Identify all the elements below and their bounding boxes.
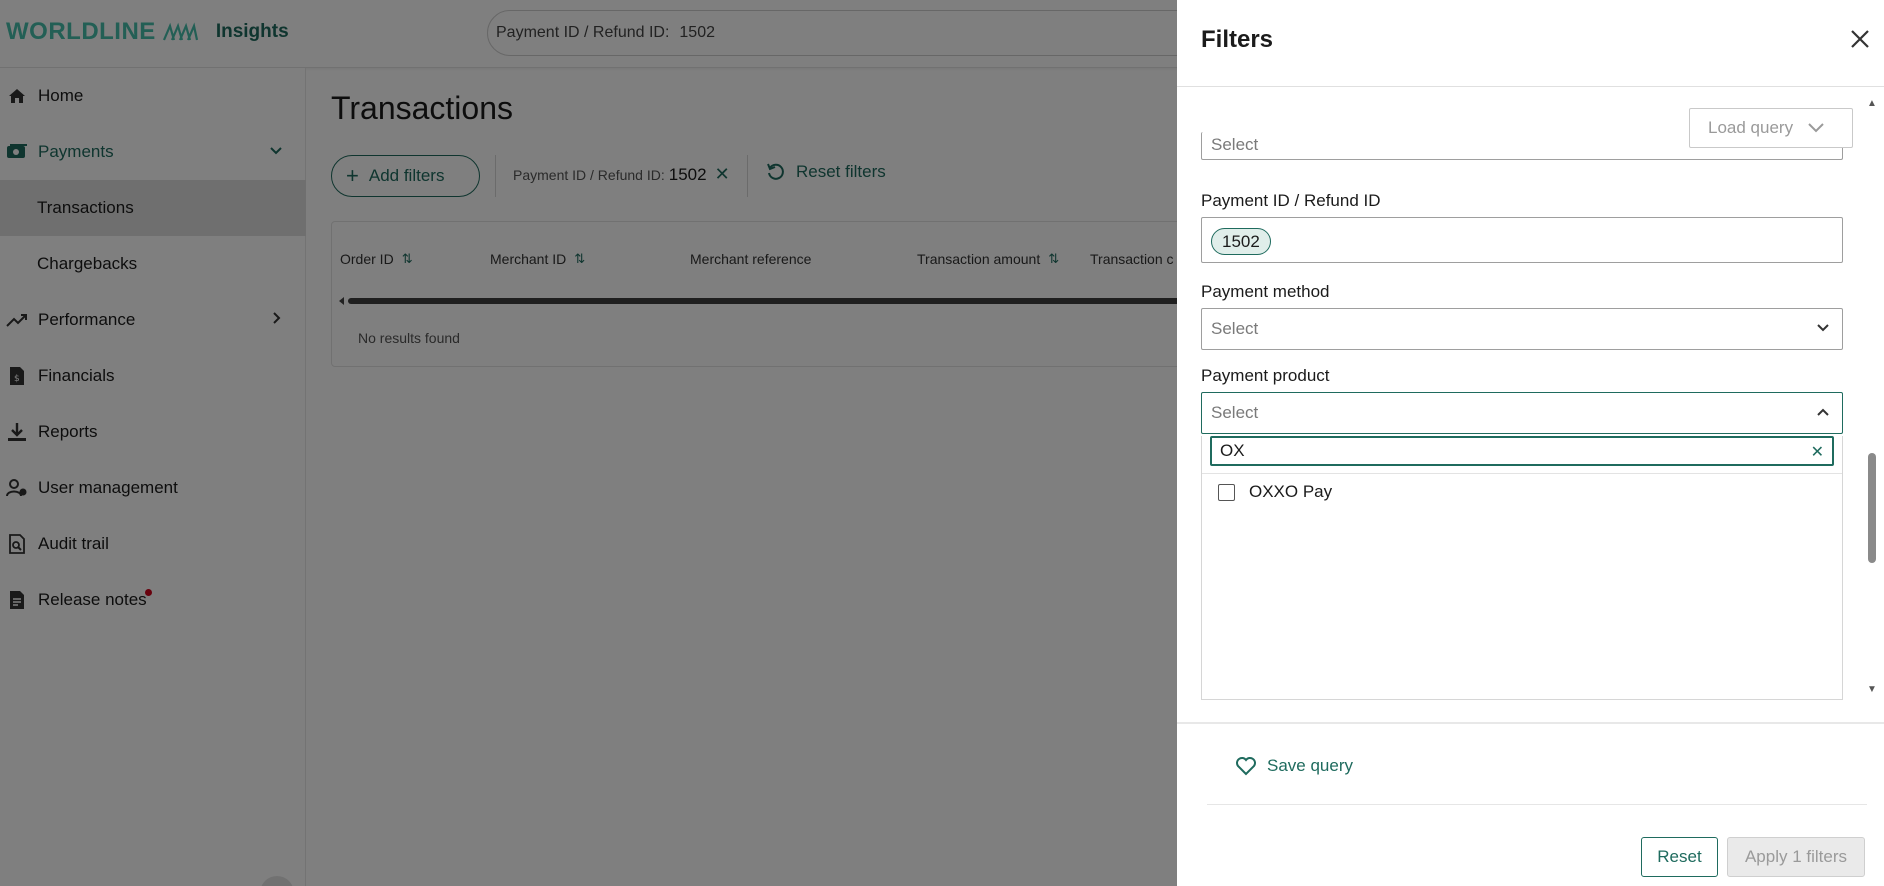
load-query-label: Load query xyxy=(1708,118,1794,137)
clear-search-icon[interactable]: ✕ xyxy=(1811,442,1824,462)
select-placeholder: Select xyxy=(1211,319,1259,338)
save-query-button[interactable]: Save query xyxy=(1235,756,1353,776)
option-checkbox[interactable] xyxy=(1218,483,1235,501)
drawer-footer: Save query Reset Apply 1 filters xyxy=(1177,722,1884,886)
chevron-down-icon xyxy=(1817,324,1829,332)
select-placeholder: Select xyxy=(1211,403,1259,422)
payment-method-label: Payment method xyxy=(1201,282,1330,301)
save-query-label: Save query xyxy=(1267,756,1353,775)
drawer-header: Filters xyxy=(1177,0,1884,87)
drawer-title: Filters xyxy=(1201,26,1274,53)
dropdown-search-input[interactable]: OX ✕ xyxy=(1210,436,1834,466)
payment-product-select[interactable]: Select xyxy=(1201,392,1843,434)
chevron-down-icon xyxy=(1808,123,1824,133)
reset-button[interactable]: Reset xyxy=(1641,837,1718,877)
scroll-up-icon[interactable]: ▲ xyxy=(1867,98,1877,109)
scroll-down-icon[interactable]: ▼ xyxy=(1867,684,1877,695)
vertical-scrollbar[interactable]: ▲ ▼ xyxy=(1865,98,1879,698)
drawer-body: Select Load query Payment ID / Refund ID… xyxy=(1177,88,1884,700)
payment-product-dropdown: OX ✕ OXXO Pay xyxy=(1201,436,1843,700)
apply-filters-button[interactable]: Apply 1 filters xyxy=(1727,837,1865,877)
payment-method-select[interactable]: Select xyxy=(1201,308,1843,350)
close-icon[interactable] xyxy=(1849,28,1871,50)
heart-icon xyxy=(1236,757,1256,776)
scrollbar-thumb[interactable] xyxy=(1868,453,1876,563)
filters-drawer: Filters Select Load query Payment ID / R… xyxy=(1177,0,1884,886)
payment-product-label: Payment product xyxy=(1201,366,1330,385)
dropdown-options: OXXO Pay xyxy=(1202,473,1842,510)
divider xyxy=(1207,804,1867,805)
dropdown-search-value: OX xyxy=(1220,441,1245,460)
list-item[interactable]: OXXO Pay xyxy=(1202,474,1842,510)
chevron-up-icon xyxy=(1817,408,1829,416)
option-label: OXXO Pay xyxy=(1249,482,1333,501)
payment-id-tag[interactable]: 1502 xyxy=(1211,228,1271,255)
payment-id-input[interactable]: 1502 xyxy=(1201,217,1843,263)
payment-id-label: Payment ID / Refund ID xyxy=(1201,191,1381,210)
select-placeholder: Select xyxy=(1211,135,1259,154)
load-query-dropdown[interactable]: Load query xyxy=(1689,108,1853,148)
